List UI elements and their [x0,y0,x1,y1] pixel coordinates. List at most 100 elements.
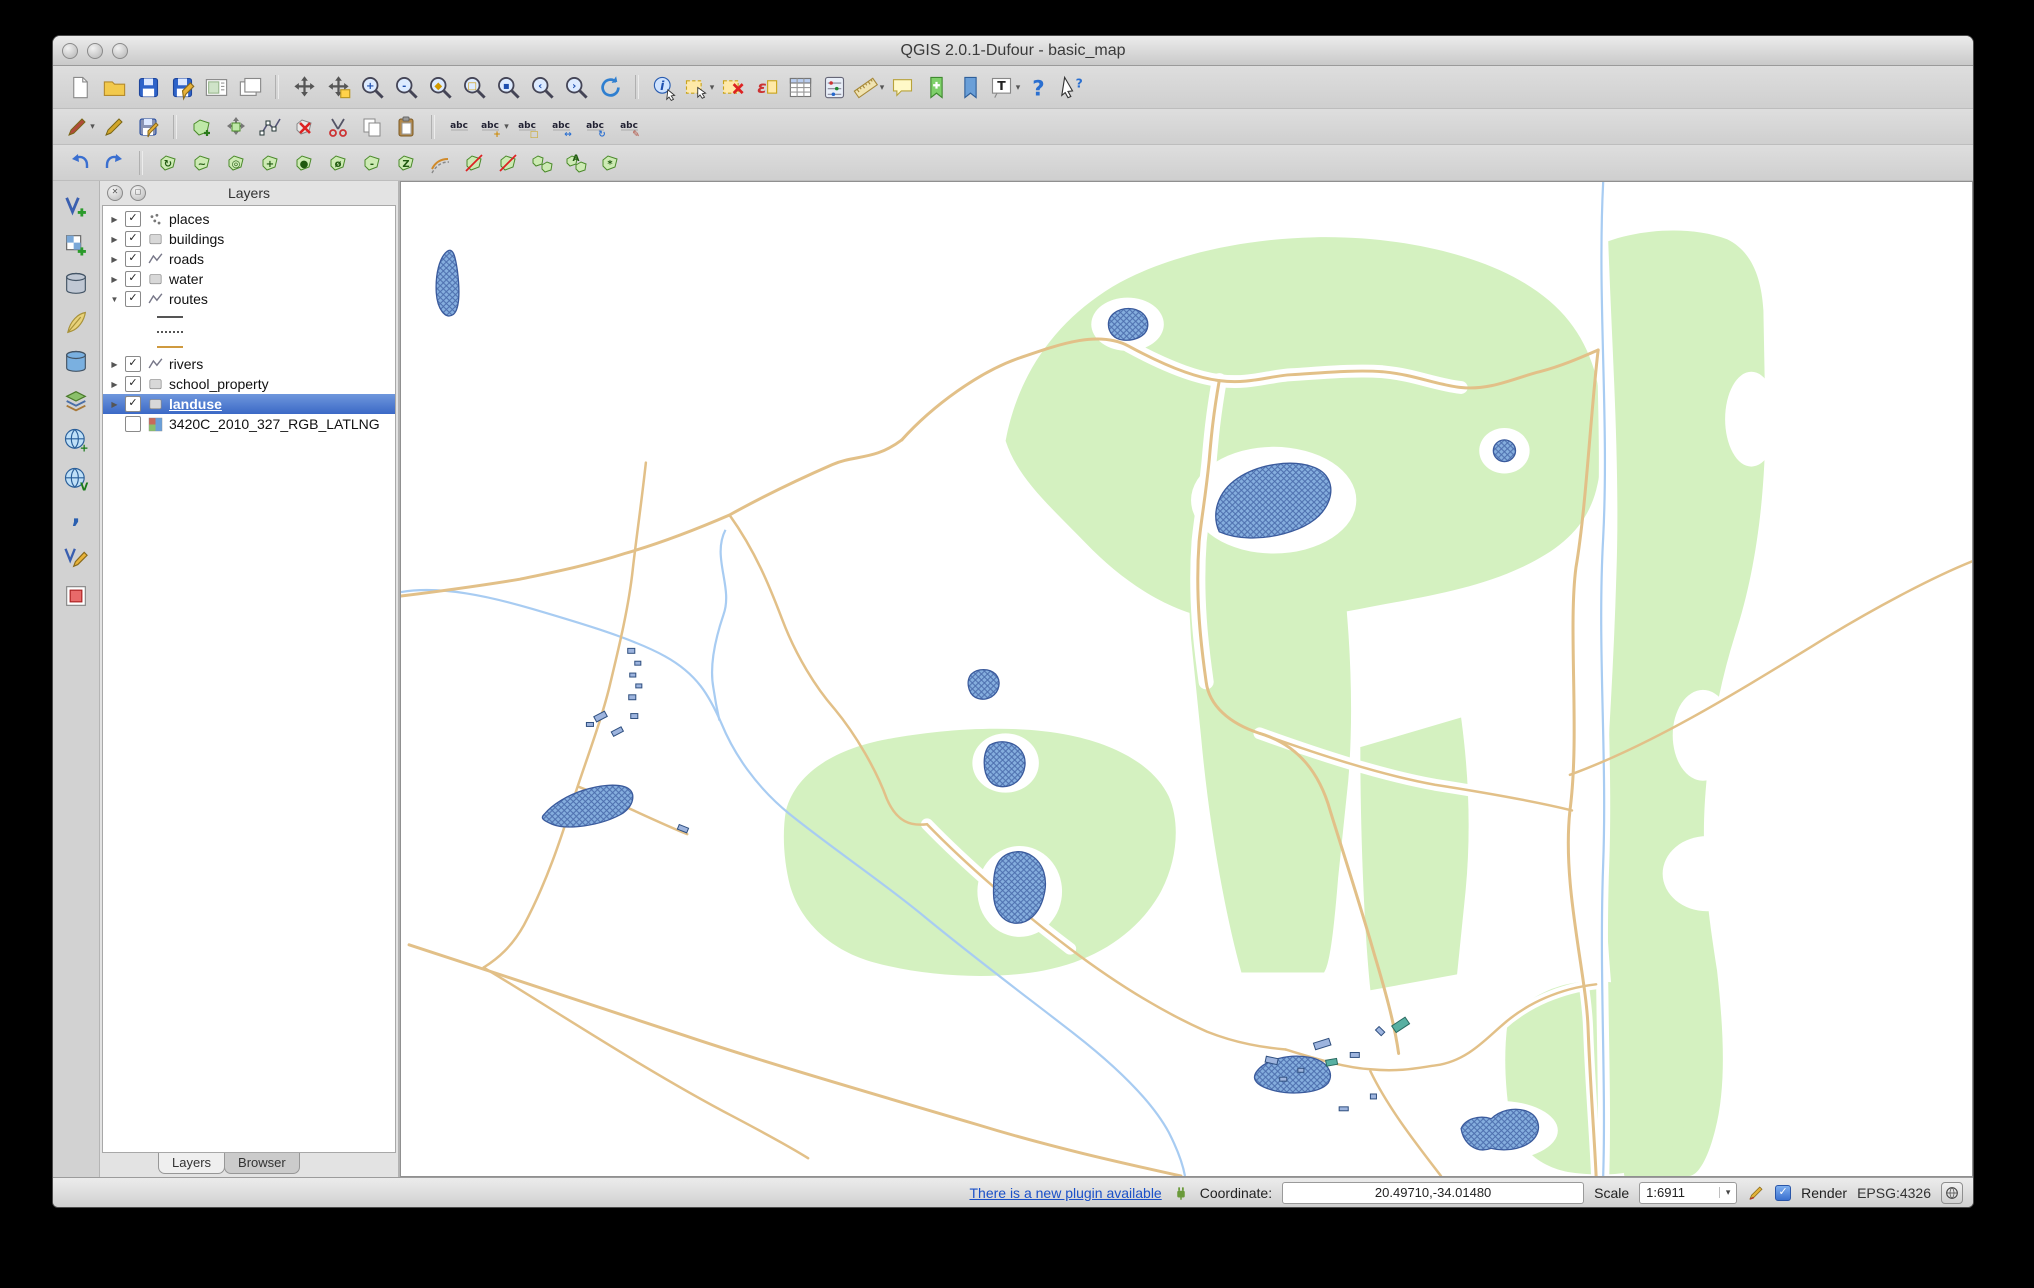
copy-features-button[interactable] [355,111,389,143]
help-contents-button[interactable]: ? [1021,71,1055,103]
expand-arrow-icon[interactable]: ▶ [108,255,121,264]
paste-features-button[interactable] [389,111,423,143]
add-wms-layer-button[interactable] [59,384,93,418]
add-postgis-layer-button[interactable] [59,267,93,301]
save-project-as-button[interactable] [165,71,199,103]
zoom-last-button[interactable]: ‹ [525,71,559,103]
new-bookmark-button[interactable] [919,71,953,103]
highlight-pinned-labels-button[interactable]: abc □ [511,111,545,143]
zoom-out-button[interactable]: - [389,71,423,103]
whats-this-button[interactable]: ? [1055,71,1089,103]
add-wfs-layer-button[interactable]: V [59,462,93,496]
rotate-point-symbols-button[interactable]: * [593,147,627,179]
move-label-button[interactable]: abc ↔ [545,111,579,143]
render-checkbox[interactable]: ✓ [1775,1184,1792,1201]
map-canvas[interactable] [400,181,1973,1177]
plugin-icon[interactable] [1172,1184,1190,1202]
expand-arrow-icon[interactable]: ▶ [108,275,121,284]
offset-curve-button[interactable] [423,147,457,179]
layer-visibility-checkbox[interactable]: ✓ [125,211,141,227]
add-part-button[interactable]: + [253,147,287,179]
expand-arrow-icon[interactable]: ▶ [108,400,121,409]
layer-item-rivers[interactable]: ▶ ✓ rivers [103,354,395,374]
identify-features-button[interactable]: i [647,71,681,103]
fill-ring-button[interactable]: ● [287,147,321,179]
zoom-next-button[interactable]: › [559,71,593,103]
zoom-to-layer-button[interactable]: ▪ [491,71,525,103]
delete-ring-button[interactable]: ø [321,147,355,179]
layer-item-buildings[interactable]: ▶ ✓ buildings [103,229,395,249]
scale-combobox[interactable]: 1:6911 ▾ [1639,1181,1738,1204]
merge-attributes-button[interactable]: A [559,147,593,179]
layer-visibility-checkbox[interactable]: ✓ [125,291,141,307]
rotate-label-button[interactable]: abc ↻ [579,111,613,143]
select-by-expression-button[interactable]: ε [749,71,783,103]
layer-item-school_property[interactable]: ▶ ✓ school_property [103,374,395,394]
new-project-button[interactable] [63,71,97,103]
change-label-properties-button[interactable]: abc ✎ [613,111,647,143]
coordinate-input[interactable] [1282,1181,1585,1204]
layer-visibility-checkbox[interactable]: ✓ [125,271,141,287]
delete-selected-button[interactable] [287,111,321,143]
layer-visibility-checkbox[interactable]: ✓ [125,376,141,392]
add-ring-button[interactable]: ◎ [219,147,253,179]
add-vector-layer-button[interactable] [59,189,93,223]
current-edits-button[interactable]: ▾ [63,111,97,143]
simplify-feature-button[interactable]: ~ [185,147,219,179]
expand-arrow-icon[interactable]: ▶ [108,235,121,244]
refresh-map-button[interactable] [593,71,627,103]
pan-map-button[interactable] [287,71,321,103]
add-spatialite-layer-button[interactable] [59,306,93,340]
open-project-button[interactable] [97,71,131,103]
toggle-editing-button[interactable] [97,111,131,143]
dropdown-arrow-icon[interactable]: ▾ [1719,1187,1736,1198]
zoom-to-selection-button[interactable]: □ [457,71,491,103]
add-wcs-layer-button[interactable]: + [59,423,93,457]
add-mssql-layer-button[interactable] [59,345,93,379]
merge-features-button[interactable] [525,147,559,179]
zoom-in-button[interactable]: + [355,71,389,103]
tab-browser[interactable]: Browser [224,1153,300,1174]
pin-labels-button[interactable]: abc + ▾ [477,111,511,143]
expand-arrow-icon[interactable]: ▶ [108,360,121,369]
layer-visibility-checkbox[interactable]: ✓ [125,231,141,247]
layer-item-3420C_2010_327_RGB_LATLNG[interactable]: 3420C_2010_327_RGB_LATLNG [103,414,395,434]
split-features-button[interactable] [457,147,491,179]
composer-manager-button[interactable] [233,71,267,103]
layer-item-roads[interactable]: ▶ ✓ roads [103,249,395,269]
layer-item-routes[interactable]: ▼ ✓ routes [103,289,395,309]
expand-arrow-icon[interactable]: ▶ [108,380,121,389]
collapse-arrow-icon[interactable]: ▼ [108,295,121,304]
add-raster-layer-button[interactable] [59,228,93,262]
reshape-features-button[interactable]: Z [389,147,423,179]
add-feature-button[interactable] [185,111,219,143]
split-parts-button[interactable] [491,147,525,179]
layer-visibility-checkbox[interactable]: ✓ [125,251,141,267]
title-bar[interactable]: QGIS 2.0.1-Dufour - basic_map [53,36,1973,66]
layer-item-water[interactable]: ▶ ✓ water [103,269,395,289]
layer-item-places[interactable]: ▶ ✓ places [103,209,395,229]
cut-features-button[interactable] [321,111,355,143]
move-feature-button[interactable] [219,111,253,143]
save-project-button[interactable] [131,71,165,103]
redo-button[interactable] [97,147,131,179]
expand-arrow-icon[interactable]: ▶ [108,215,121,224]
map-pen-icon[interactable] [1747,1184,1765,1202]
new-shapefile-layer-button[interactable] [59,540,93,574]
crs-status-button[interactable] [1941,1181,1963,1204]
field-calculator-button[interactable] [817,71,851,103]
layer-item-landuse[interactable]: ▶ ✓ landuse [103,394,395,414]
add-delimited-text-layer-button[interactable]: , [59,501,93,535]
layer-visibility-checkbox[interactable] [125,416,141,432]
select-features-button[interactable]: ▾ [681,71,715,103]
open-attribute-table-button[interactable] [783,71,817,103]
node-tool-button[interactable] [253,111,287,143]
plugin-update-link[interactable]: There is a new plugin available [969,1185,1161,1201]
layer-visibility-checkbox[interactable]: ✓ [125,356,141,372]
labeling-options-button[interactable]: abc [443,111,477,143]
layer-visibility-checkbox[interactable]: ✓ [125,396,141,412]
tab-layers[interactable]: Layers [158,1153,226,1174]
show-bookmarks-button[interactable] [953,71,987,103]
rotate-feature-button[interactable]: ↻ [151,147,185,179]
measure-line-button[interactable]: ▾ [851,71,885,103]
